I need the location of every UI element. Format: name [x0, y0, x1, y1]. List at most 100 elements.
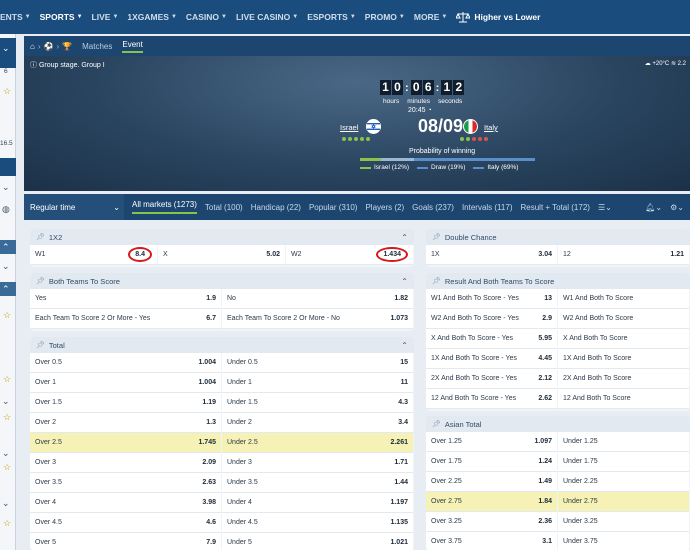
star-icon[interactable]: ☆	[3, 412, 11, 423]
odds-cell[interactable]: 12 And Both To Score - Yes 2.62	[426, 389, 557, 409]
odds-cell[interactable]: Under 1 11	[222, 373, 413, 393]
chevron-down-icon[interactable]: ⌄	[2, 43, 10, 54]
odds-cell[interactable]: Over 2 1.3	[30, 413, 221, 433]
bell-icon[interactable]: 🔔︎⌄	[645, 203, 662, 212]
odds-cell[interactable]: Over 5 7.9	[30, 533, 221, 550]
odds-cell[interactable]: W1 And Both To Score	[558, 289, 689, 309]
odds-cell[interactable]: 12 And Both To Score	[558, 389, 689, 409]
odds-cell[interactable]: Yes 1.9	[30, 289, 221, 309]
trophy-icon[interactable]: 🏆	[62, 42, 72, 51]
period-select[interactable]: Regular time ⌄	[24, 194, 124, 220]
market-header[interactable]: 📌︎ Total ⌃	[30, 337, 414, 353]
odds-cell[interactable]: Under 3.25	[558, 512, 689, 532]
odds-cell[interactable]: W1 And Both To Score - Yes 13	[426, 289, 557, 309]
chevron-up-icon[interactable]: ⌃	[2, 242, 10, 253]
chevron-down-icon[interactable]: ⌄	[2, 182, 10, 193]
chevron-up-icon[interactable]: ⌃	[2, 284, 10, 295]
chevron-down-icon[interactable]: ⌄	[2, 498, 10, 509]
tab-event[interactable]: Event	[122, 40, 143, 53]
odds-cell[interactable]: Each Team To Score 2 Or More - No 1.073	[222, 309, 413, 329]
nav-item-promo[interactable]: PROMO ▼	[365, 12, 414, 22]
chevron-up-icon[interactable]: ⌃	[401, 277, 408, 286]
odds-cell[interactable]: W2 And Both To Score	[558, 309, 689, 329]
odds-cell[interactable]: No 1.82	[222, 289, 413, 309]
globe-icon[interactable]: ◍	[2, 204, 10, 215]
tab-matches[interactable]: Matches	[82, 42, 112, 51]
odds-cell[interactable]: W2 1.434	[286, 245, 413, 265]
higher-lower-link[interactable]: Higher vs Lower	[456, 11, 540, 23]
odds-cell[interactable]: Over 4.5 4.6	[30, 513, 221, 533]
nav-item-events[interactable]: ENTS ▼	[0, 12, 40, 22]
nav-item-live[interactable]: LIVE ▼	[92, 12, 128, 22]
tab-players[interactable]: Players (2)	[365, 203, 404, 212]
nav-item-1xgames[interactable]: 1XGAMES ▼	[127, 12, 186, 22]
star-icon[interactable]: ☆	[3, 462, 11, 473]
odds-cell[interactable]: 1X And Both To Score	[558, 349, 689, 369]
chevron-down-icon[interactable]: ⌄	[2, 448, 10, 459]
tab-result-total[interactable]: Result + Total (172)	[520, 203, 589, 212]
pin-icon[interactable]: 📌︎	[432, 233, 441, 241]
chevron-up-icon[interactable]: ⌃	[401, 233, 408, 242]
star-icon[interactable]: ☆	[3, 86, 11, 97]
nav-item-sports[interactable]: SPORTS ▼	[40, 12, 92, 22]
market-header[interactable]: 📌︎ Double Chance	[426, 229, 690, 245]
odds-cell[interactable]: Each Team To Score 2 Or More - Yes 6.7	[30, 309, 221, 329]
tab-popular[interactable]: Popular (310)	[309, 203, 357, 212]
odds-cell[interactable]: Under 3.75	[558, 532, 689, 550]
odds-cell[interactable]: Under 3 1.71	[222, 453, 413, 473]
odds-cell[interactable]: Under 5 1.021	[222, 533, 413, 550]
tab-all-markets[interactable]: All markets (1273)	[132, 200, 197, 214]
odds-cell[interactable]: 2X And Both To Score	[558, 369, 689, 389]
chevron-down-icon[interactable]: ⌄	[2, 261, 10, 272]
tab-handicap[interactable]: Handicap (22)	[251, 203, 301, 212]
odds-cell[interactable]: Under 1.25	[558, 432, 689, 452]
odds-cell[interactable]: Over 4 3.98	[30, 493, 221, 513]
odds-cell[interactable]: Over 3.25 2.36	[426, 512, 557, 532]
odds-cell[interactable]: Under 4 1.197	[222, 493, 413, 513]
list-menu-icon[interactable]: ☰⌄	[598, 203, 612, 212]
home-icon[interactable]: ⌂	[30, 42, 35, 51]
odds-cell[interactable]: 1X And Both To Score - Yes 4.45	[426, 349, 557, 369]
star-icon[interactable]: ☆	[3, 518, 11, 529]
tab-intervals[interactable]: Intervals (117)	[462, 203, 513, 212]
market-header[interactable]: 📌︎ Asian Total	[426, 416, 690, 432]
home-team[interactable]: Israel	[340, 123, 358, 132]
away-team[interactable]: Italy	[484, 123, 498, 132]
odds-cell[interactable]: Over 3.5 2.63	[30, 473, 221, 493]
chevron-up-icon[interactable]: ⌃	[401, 341, 408, 350]
odds-cell[interactable]: Under 2.75	[558, 492, 689, 512]
pin-icon[interactable]: 📌︎	[432, 420, 441, 428]
pin-icon[interactable]: 📌︎	[36, 233, 45, 241]
nav-item-casino[interactable]: CASINO ▼	[186, 12, 236, 22]
odds-cell[interactable]: Over 2.75 1.84	[426, 492, 557, 512]
odds-cell[interactable]: Under 2 3.4	[222, 413, 413, 433]
odds-cell[interactable]: Over 1.25 1.097	[426, 432, 557, 452]
odds-cell[interactable]: Over 1.5 1.19	[30, 393, 221, 413]
odds-cell[interactable]: Under 0.5 15	[222, 353, 413, 373]
odds-cell[interactable]: Over 2.25 1.49	[426, 472, 557, 492]
odds-cell[interactable]: Over 2.5 1.745	[30, 433, 221, 453]
gear-icon[interactable]: ⚙⌄	[670, 203, 684, 212]
odds-cell[interactable]: Over 1.75 1.24	[426, 452, 557, 472]
market-header[interactable]: 📌︎ Result And Both Teams To Score	[426, 273, 690, 289]
odds-cell[interactable]: W1 8.4	[30, 245, 157, 265]
odds-cell[interactable]: Under 4.5 1.135	[222, 513, 413, 533]
odds-cell[interactable]: Over 3.75 3.1	[426, 532, 557, 550]
nav-item-live-casino[interactable]: LIVE CASINO ▼	[236, 12, 307, 22]
odds-cell[interactable]: 12 1.21	[558, 245, 689, 265]
star-icon[interactable]: ☆	[3, 310, 11, 321]
soccer-ball-icon[interactable]: ⚽	[44, 42, 54, 51]
market-header[interactable]: 📌︎ 1X2 ⌃	[30, 229, 414, 245]
pin-icon[interactable]: 📌︎	[432, 277, 441, 285]
odds-cell[interactable]: X And Both To Score - Yes 5.95	[426, 329, 557, 349]
star-icon[interactable]: ☆	[3, 374, 11, 385]
odds-cell[interactable]: Under 1.5 4.3	[222, 393, 413, 413]
nav-item-esports[interactable]: ESPORTS ▼	[307, 12, 365, 22]
odds-cell[interactable]: X And Both To Score	[558, 329, 689, 349]
odds-cell[interactable]: Over 0.5 1.004	[30, 353, 221, 373]
pin-icon[interactable]: 📌︎	[36, 277, 45, 285]
pin-icon[interactable]: 📌︎	[36, 341, 45, 349]
odds-cell[interactable]: Under 2.5 2.261	[222, 433, 413, 453]
odds-cell[interactable]: Under 1.75	[558, 452, 689, 472]
tab-total[interactable]: Total (100)	[205, 203, 243, 212]
